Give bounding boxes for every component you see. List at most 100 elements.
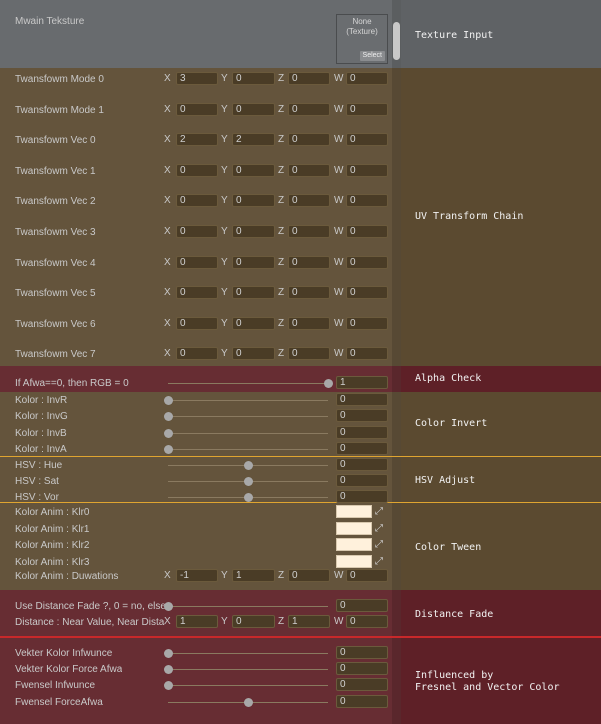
transform-row-4-field-z[interactable]: 0 xyxy=(288,194,330,207)
transform-row-9-axis-z: Z xyxy=(278,348,285,359)
transform-row-7-field-y[interactable]: 0 xyxy=(232,286,275,299)
eyedropper-icon[interactable]: ⤢ xyxy=(375,523,383,534)
transform-row-1-field-y[interactable]: 0 xyxy=(232,103,275,116)
transform-row-0-field-z[interactable]: 0 xyxy=(288,72,330,85)
transform-row-5-field-y[interactable]: 0 xyxy=(232,225,275,238)
transform-row-label: Twansfowm Vec 7 xyxy=(15,349,96,361)
invert-2-slider-track[interactable] xyxy=(168,432,328,434)
texture-slot-subtext: (Texture) xyxy=(346,27,378,36)
influence-2-slider-track[interactable] xyxy=(168,685,328,687)
invert-0-value-field[interactable]: 0 xyxy=(336,393,388,406)
transform-row-0-field-w[interactable]: 0 xyxy=(346,72,388,85)
transform-row-1-field-w[interactable]: 0 xyxy=(346,103,388,116)
scrollbar-thumb[interactable] xyxy=(393,22,400,60)
distance-fade-value-field[interactable]: 0 xyxy=(336,599,388,612)
transform-row-6-field-y[interactable]: 0 xyxy=(232,256,275,269)
hsv-0-slider-knob[interactable] xyxy=(244,461,253,470)
scrollbar-track[interactable] xyxy=(392,0,401,724)
eyedropper-icon[interactable]: ⤢ xyxy=(375,506,383,517)
transform-row-0-field-y[interactable]: 0 xyxy=(232,72,275,85)
invert-1-slider-track[interactable] xyxy=(168,416,328,418)
hsv-0-value-field[interactable]: 0 xyxy=(336,458,388,471)
invert-3-value-field[interactable]: 0 xyxy=(336,441,388,455)
influence-1-slider-track[interactable] xyxy=(168,669,328,671)
transform-row-6-field-z[interactable]: 0 xyxy=(288,256,330,269)
influence-0-slider-knob[interactable] xyxy=(164,649,173,658)
transform-row-6-field-w[interactable]: 0 xyxy=(346,256,388,269)
transform-row-1-field-x[interactable]: 0 xyxy=(176,103,218,116)
invert-0-slider-track[interactable] xyxy=(168,400,328,401)
transform-row-3-field-w[interactable]: 0 xyxy=(346,164,388,177)
tween-durations-field-z[interactable]: 0 xyxy=(288,569,330,582)
distance-fade-slider-knob[interactable] xyxy=(164,602,173,611)
distance-fade-slider-track[interactable] xyxy=(168,606,328,607)
texture-slot[interactable]: None (Texture) Select xyxy=(336,14,388,64)
eyedropper-icon[interactable]: ⤢ xyxy=(375,539,383,550)
influence-2-label: Fwensel Infwunce xyxy=(15,680,96,692)
distance-values-field-x[interactable]: 1 xyxy=(176,615,218,628)
transform-row-9-field-w[interactable]: 0 xyxy=(346,347,388,360)
transform-row-0-field-x[interactable]: 3 xyxy=(176,72,218,85)
transform-row-7-field-x[interactable]: 0 xyxy=(176,286,218,299)
influence-0-slider-track[interactable] xyxy=(168,653,328,654)
transform-row-4-field-y[interactable]: 0 xyxy=(232,194,275,207)
transform-row-8-field-y[interactable]: 0 xyxy=(232,317,275,330)
transform-row-7-field-z[interactable]: 0 xyxy=(288,286,330,299)
transform-row-1-field-z[interactable]: 0 xyxy=(288,103,330,116)
transform-row-2-field-x[interactable]: 2 xyxy=(176,133,218,146)
tween-durations-field-y[interactable]: 1 xyxy=(232,569,275,582)
transform-row-8-field-z[interactable]: 0 xyxy=(288,317,330,330)
transform-row-7-field-w[interactable]: 0 xyxy=(346,286,388,299)
invert-2-slider-knob[interactable] xyxy=(164,428,173,438)
tween-durations-field-w[interactable]: 0 xyxy=(346,569,388,582)
transform-row-9-field-x[interactable]: 0 xyxy=(176,347,218,360)
transform-row-3-field-x[interactable]: 0 xyxy=(176,164,218,177)
influence-3-slider-knob[interactable] xyxy=(244,697,253,707)
distance-values-field-y[interactable]: 0 xyxy=(232,615,275,628)
transform-row-2-field-w[interactable]: 0 xyxy=(346,133,388,146)
transform-row-9-axis-y: Y xyxy=(221,348,228,359)
influence-1-value-field[interactable]: 0 xyxy=(336,662,388,676)
transform-row-3-field-z[interactable]: 0 xyxy=(288,164,330,177)
alpha-slider-track[interactable] xyxy=(168,383,328,384)
transform-row-9-field-z[interactable]: 0 xyxy=(288,347,330,360)
transform-row-4-field-w[interactable]: 0 xyxy=(346,194,388,207)
transform-row-2-field-z[interactable]: 0 xyxy=(288,133,330,146)
tween-color-swatch-1[interactable] xyxy=(336,521,372,535)
distance-values-field-z[interactable]: 1 xyxy=(288,615,330,628)
transform-row-4-field-x[interactable]: 0 xyxy=(176,194,218,207)
influence-3-value-field[interactable]: 0 xyxy=(336,694,388,708)
transform-row-5-field-x[interactable]: 0 xyxy=(176,225,218,238)
alpha-slider-knob[interactable] xyxy=(324,379,333,388)
tween-color-swatch-0[interactable] xyxy=(336,505,372,518)
invert-2-value-field[interactable]: 0 xyxy=(336,425,388,439)
invert-0-slider-knob[interactable] xyxy=(164,396,173,405)
transform-row-5-field-w[interactable]: 0 xyxy=(346,225,388,238)
hsv-2-value-field[interactable]: 0 xyxy=(336,489,388,503)
hsv-2-slider-knob[interactable] xyxy=(244,492,253,502)
tween-color-label-1: Kolor Anim : Klr1 xyxy=(15,523,90,535)
hsv-1-value-field[interactable]: 0 xyxy=(336,473,388,487)
transform-row-8-field-w[interactable]: 0 xyxy=(346,317,388,330)
invert-1-value-field[interactable]: 0 xyxy=(336,409,388,423)
texture-select-button[interactable]: Select xyxy=(359,51,385,61)
invert-3-slider-track[interactable] xyxy=(168,448,328,450)
distance-values-field-w[interactable]: 0 xyxy=(346,615,388,628)
transform-row-5-field-z[interactable]: 0 xyxy=(288,225,330,238)
invert-3-slider-knob[interactable] xyxy=(164,444,173,454)
transform-row-9-field-y[interactable]: 0 xyxy=(232,347,275,360)
influence-1-label: Vekter Kolor Force Afwa xyxy=(15,664,123,676)
tween-durations-field-x[interactable]: -1 xyxy=(176,569,218,582)
influence-2-value-field[interactable]: 0 xyxy=(336,678,388,692)
influence-0-value-field[interactable]: 0 xyxy=(336,646,388,659)
transform-row-8-field-x[interactable]: 0 xyxy=(176,317,218,330)
transform-row-2-field-y[interactable]: 2 xyxy=(232,133,275,146)
transform-row-3-field-y[interactable]: 0 xyxy=(232,164,275,177)
transform-row-0-axis-x: X xyxy=(164,73,171,84)
hsv-1-slider-knob[interactable] xyxy=(244,476,253,486)
tween-color-swatch-3[interactable] xyxy=(336,554,372,568)
transform-row-6-field-x[interactable]: 0 xyxy=(176,256,218,269)
alpha-value-field[interactable]: 1 xyxy=(336,376,388,389)
eyedropper-icon[interactable]: ⤢ xyxy=(375,556,383,567)
tween-color-swatch-2[interactable] xyxy=(336,538,372,551)
